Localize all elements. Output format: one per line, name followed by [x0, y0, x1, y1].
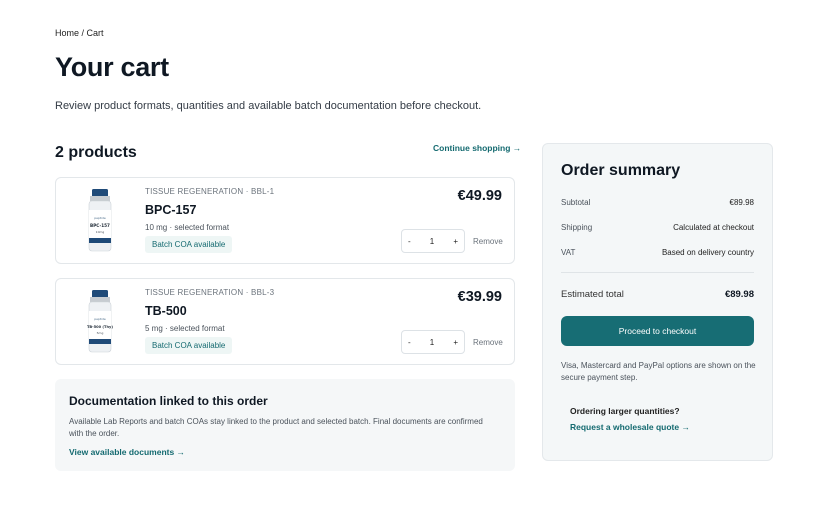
- product-format: 10 mg · selected format: [145, 223, 230, 232]
- order-summary-title: Order summary: [561, 162, 681, 179]
- remove-item-button[interactable]: Remove: [473, 338, 503, 347]
- quantity-stepper: - 1 +: [401, 229, 465, 253]
- decrease-quantity-button[interactable]: -: [408, 237, 411, 246]
- increase-quantity-button[interactable]: +: [453, 338, 458, 347]
- coa-badge: Batch COA available: [145, 337, 233, 354]
- coa-badge: Batch COA available: [145, 236, 233, 253]
- product-count-heading: 2 products: [55, 144, 137, 161]
- wholesale-quote-link[interactable]: Request a wholesale quote →: [570, 422, 690, 432]
- product-price: €39.99: [457, 289, 502, 305]
- product-category: TISSUE REGENERATION · BBL-1: [145, 187, 275, 196]
- proceed-to-checkout-button[interactable]: Proceed to checkout: [561, 316, 754, 346]
- increase-quantity-button[interactable]: +: [453, 237, 458, 246]
- product-name[interactable]: BPC-157: [145, 203, 196, 217]
- subtotal-value: €89.98: [729, 198, 754, 207]
- page-intro: Review product formats, quantities and a…: [55, 100, 482, 112]
- remove-item-button[interactable]: Remove: [473, 237, 503, 246]
- quantity-stepper: - 1 +: [401, 330, 465, 354]
- shipping-label: Shipping: [561, 223, 593, 232]
- breadcrumb: Home / Cart: [55, 28, 104, 38]
- documentation-text: Available Lab Reports and batch COAs sta…: [69, 417, 483, 438]
- product-vial-image: peptide TB-500 (Thy) 5mg: [87, 290, 113, 353]
- shipping-value: Calculated at checkout: [673, 223, 754, 232]
- decrease-quantity-button[interactable]: -: [408, 338, 411, 347]
- page-title: Your cart: [55, 52, 169, 82]
- vial-label-text: TB-500 (Thy): [87, 325, 113, 329]
- vat-row: VAT Based on delivery country: [561, 248, 754, 257]
- vat-label: VAT: [561, 248, 576, 257]
- subtotal-label: Subtotal: [561, 198, 591, 207]
- quantity-value[interactable]: 1: [430, 338, 434, 347]
- product-format: 5 mg · selected format: [145, 324, 225, 333]
- total-value: €89.98: [724, 289, 754, 300]
- total-row: Estimated total €89.98: [561, 289, 754, 300]
- product-category: TISSUE REGENERATION · BBL-3: [145, 288, 275, 297]
- order-summary-panel: Order summary Subtotal €89.98 Shipping C…: [542, 143, 773, 461]
- svg-text:peptide: peptide: [94, 317, 106, 321]
- product-name[interactable]: TB-500: [145, 304, 187, 318]
- view-documents-link[interactable]: View available documents →: [69, 447, 185, 457]
- documentation-panel: Documentation linked to this order Avail…: [55, 379, 515, 471]
- vat-value: Based on delivery country: [661, 248, 754, 257]
- cart-item: peptide TB-500 (Thy) 5mg TISSUE REGENERA…: [55, 278, 515, 365]
- total-label: Estimated total: [561, 289, 624, 300]
- cart-item: peptide BPC-157 10mg TISSUE REGENERATION…: [55, 177, 515, 264]
- vial-dose-text: 5mg: [97, 331, 104, 335]
- quantity-value[interactable]: 1: [430, 237, 434, 246]
- documentation-title: Documentation linked to this order: [69, 394, 268, 408]
- summary-divider: [561, 272, 754, 273]
- wholesale-question: Ordering larger quantities?: [570, 406, 680, 416]
- payment-note: Visa, Mastercard and PayPal options are …: [561, 361, 756, 382]
- vial-dose-text: 10mg: [96, 230, 105, 234]
- shipping-row: Shipping Calculated at checkout: [561, 223, 754, 232]
- svg-text:peptide: peptide: [94, 216, 106, 220]
- product-price: €49.99: [457, 188, 502, 204]
- product-vial-image: peptide BPC-157 10mg: [88, 189, 112, 252]
- subtotal-row: Subtotal €89.98: [561, 198, 754, 207]
- vial-label-text: BPC-157: [90, 223, 110, 228]
- continue-shopping-link[interactable]: Continue shopping →: [433, 143, 521, 153]
